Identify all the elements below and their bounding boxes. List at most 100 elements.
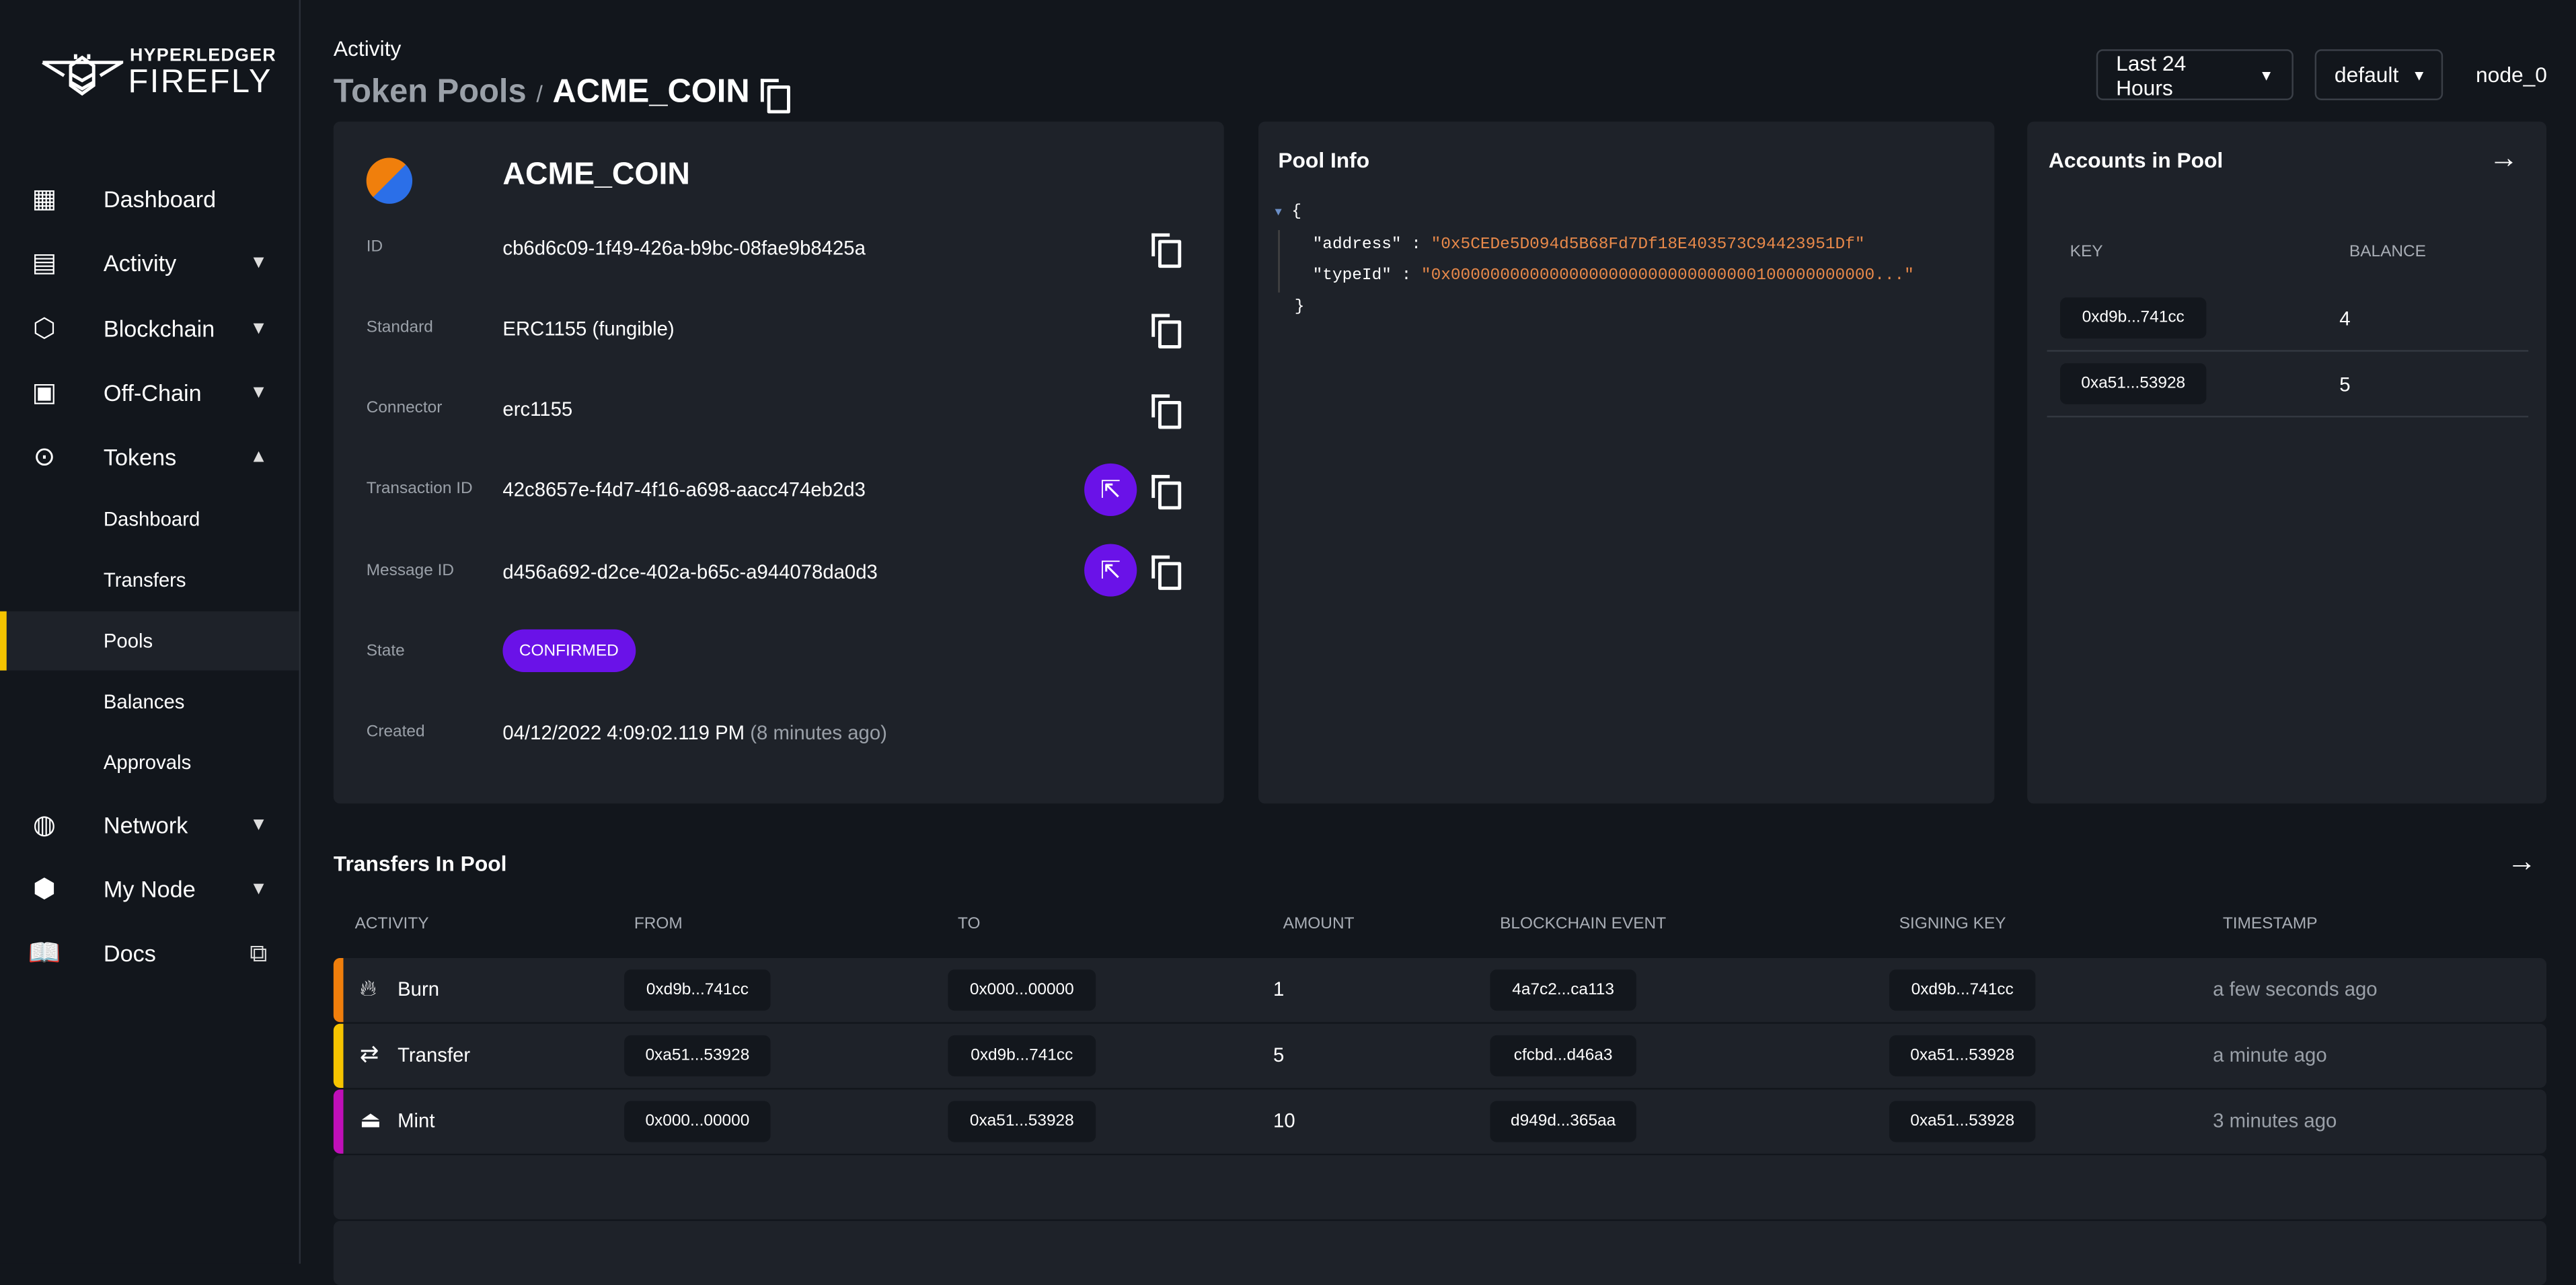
sidebar-item-dashboard[interactable]: ▦ Dashboard: [0, 170, 299, 229]
json-key: "address": [1312, 236, 1402, 255]
activity-icon: ▤: [32, 250, 57, 278]
chevron-up-icon: ▲: [250, 447, 268, 467]
activity-color-bar: [333, 958, 344, 1023]
nav-label: Activity: [103, 250, 177, 277]
blockchain-icon: ⬡: [32, 315, 56, 344]
activity-color-bar: [333, 1089, 344, 1154]
collapse-triangle-icon[interactable]: ▼: [1275, 207, 1281, 221]
time-filter-dropdown[interactable]: Last 24 Hours ▼: [2096, 49, 2294, 100]
open-transaction-button[interactable]: ⇱: [1084, 463, 1137, 516]
json-brace: }: [1294, 299, 1305, 318]
sidebar-subitem-balances[interactable]: Balances: [0, 672, 299, 731]
caret-down-icon: ▼: [2259, 66, 2274, 83]
open-message-button[interactable]: ⇱: [1084, 544, 1137, 597]
transaction-id: 42c8657e-f4d7-4f16-a698-aacc474eb2d3: [502, 478, 866, 501]
nav-label: Approvals: [103, 751, 192, 774]
blockchain-event-chip[interactable]: cfcbd...d46a3: [1490, 1035, 1636, 1076]
sidebar-item-my-node[interactable]: ⬢ My Node ▼: [0, 859, 299, 918]
sidebar-subitem-pools[interactable]: Pools: [0, 611, 299, 671]
pool-info-card: Pool Info ▼{ "address" : "0x5CEDe5D094d5…: [1258, 121, 1995, 804]
blockchain-event-chip[interactable]: 4a7c2...ca113: [1490, 969, 1636, 1011]
logo-text-hyperledger: HYPERLEDGER: [129, 46, 276, 66]
account-balance: 5: [2339, 373, 2351, 396]
sidebar-item-activity[interactable]: ▤ Activity ▼: [0, 233, 299, 293]
amount: 5: [1273, 1043, 1285, 1067]
table-row[interactable]: ⇄ Transfer 0xa51...53928 0xd9b...741cc 5…: [333, 1023, 2547, 1089]
sidebar-item-tokens[interactable]: ⊙ Tokens ▲: [0, 427, 299, 486]
table-row[interactable]: 🔥︎ Burn 0xd9b...741cc 0x000...00000 1 4a…: [333, 958, 2547, 1023]
sidebar-item-blockchain[interactable]: ⬡ Blockchain ▼: [0, 299, 299, 359]
table-row[interactable]: ⏏ Mint 0x000...00000 0xa51...53928 10 d9…: [333, 1089, 2547, 1154]
sidebar-item-off-chain[interactable]: ▣ Off-Chain ▼: [0, 363, 299, 423]
external-link-icon: ⇱: [1100, 476, 1121, 505]
arrow-right-icon[interactable]: →: [2489, 141, 2519, 176]
firefly-logo[interactable]: HYPERLEDGER FIREFLY: [41, 46, 276, 102]
logo-text-firefly: FIREFLY: [128, 64, 272, 100]
pool-details-card: ACME_COIN ID cb6d6c09-1f49-426a-b9bc-08f…: [333, 121, 1224, 804]
copy-icon[interactable]: [1150, 314, 1182, 348]
chevron-down-icon: ▼: [250, 253, 268, 273]
signing-key-chip[interactable]: 0xa51...53928: [1889, 1035, 2036, 1076]
json-value: "0x0000000000000000000000000000000100000…: [1420, 268, 1914, 287]
from-chip[interactable]: 0xa51...53928: [624, 1035, 771, 1076]
sidebar-item-network[interactable]: ◍ Network ▼: [0, 795, 299, 854]
copy-icon[interactable]: [1150, 474, 1182, 510]
pool-info-title: Pool Info: [1278, 147, 1370, 173]
column-header: SIGNING KEY: [1899, 915, 2006, 934]
to-chip[interactable]: 0xd9b...741cc: [948, 1035, 1096, 1076]
fire-icon: 🔥︎: [359, 974, 377, 1001]
activity-type: Mint: [397, 1109, 435, 1132]
row-divider: [2047, 415, 2529, 418]
nav-label: Balances: [103, 690, 185, 714]
field-label: State: [366, 642, 405, 661]
nav-label: My Node: [103, 875, 196, 902]
breadcrumb-separator: /: [536, 79, 543, 106]
from-chip[interactable]: 0x000...00000: [624, 1101, 771, 1142]
column-header: TIMESTAMP: [2222, 915, 2318, 934]
chevron-down-icon: ▼: [250, 383, 268, 403]
app-root: HYPERLEDGER FIREFLY ▦ Dashboard ▤ Activity…: [0, 0, 2576, 1285]
nav-label: Off-Chain: [103, 379, 202, 406]
copy-icon[interactable]: [1150, 233, 1182, 268]
column-header-key: KEY: [2070, 243, 2103, 262]
arrow-right-icon[interactable]: →: [2507, 844, 2536, 879]
copy-icon[interactable]: [759, 78, 791, 113]
field-label: Created: [366, 723, 425, 741]
breadcrumb-token-pools[interactable]: Token Pools: [334, 74, 527, 112]
column-header: BLOCKCHAIN EVENT: [1500, 915, 1667, 934]
sidebar-subitem-approvals[interactable]: Approvals: [0, 733, 299, 792]
time-filter-value: Last 24 Hours: [2116, 50, 2187, 100]
account-key-chip[interactable]: 0xd9b...741cc: [2060, 297, 2207, 339]
namespace-dropdown[interactable]: default ▼: [2314, 49, 2444, 100]
from-chip[interactable]: 0xd9b...741cc: [624, 969, 771, 1011]
copy-icon[interactable]: [1150, 394, 1182, 429]
bee-logo-icon: [42, 54, 124, 96]
nav-label: Dashboard: [103, 186, 217, 213]
nav-label: Docs: [103, 940, 156, 967]
transfers-title: Transfers In Pool: [333, 851, 507, 876]
json-brace: {: [1291, 203, 1302, 222]
blockchain-event-chip[interactable]: d949d...365aa: [1490, 1101, 1636, 1142]
sidebar-subitem-transfers[interactable]: Transfers: [0, 550, 299, 610]
page-title: ACME_COIN: [552, 73, 750, 110]
sidebar-subitem-dashboard[interactable]: Dashboard: [0, 490, 299, 549]
sidebar-item-docs[interactable]: 📖 Docs ⧉: [0, 924, 299, 983]
field-label: ID: [366, 238, 383, 257]
row-divider: [2047, 350, 2529, 352]
signing-key-chip[interactable]: 0xa51...53928: [1889, 1101, 2036, 1142]
nav-label: Blockchain: [103, 315, 215, 342]
account-balance: 4: [2339, 307, 2351, 330]
to-chip[interactable]: 0xa51...53928: [948, 1101, 1096, 1142]
copy-icon[interactable]: [1150, 555, 1182, 590]
created-timestamp: 04/12/2022 4:09:02.119 PM: [502, 721, 745, 745]
accounts-title: Accounts in Pool: [2048, 147, 2224, 173]
column-header-balance: BALANCE: [2349, 243, 2426, 262]
field-label: Connector: [366, 399, 443, 418]
activity-type: Burn: [397, 978, 440, 1001]
account-key-chip[interactable]: 0xa51...53928: [2060, 363, 2207, 404]
to-chip[interactable]: 0x000...00000: [948, 969, 1096, 1011]
signing-key-chip[interactable]: 0xd9b...741cc: [1889, 969, 2036, 1011]
created-relative: (8 minutes ago): [750, 721, 887, 745]
message-id: d456a692-d2ce-402a-b65c-a944078da0d3: [502, 560, 878, 584]
nav-label: Tokens: [103, 443, 177, 470]
